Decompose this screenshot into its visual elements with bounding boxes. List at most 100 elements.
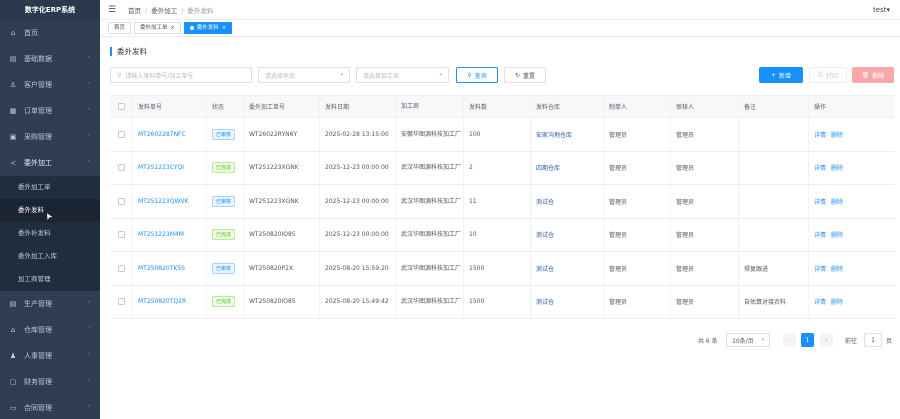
- issue-no-link[interactable]: MT251223CYQI: [138, 164, 184, 171]
- search-button[interactable]: ⚲ 查询: [456, 67, 498, 83]
- row-checkbox[interactable]: [117, 231, 125, 239]
- table-row[interactable]: MT251223M4M 已完成 WT250820IO85 2025-12-23 00:…: [110, 218, 895, 252]
- sidebar-item-label: 财务管理: [24, 378, 52, 386]
- tag-outsourcing-order[interactable]: 委外加工单 ×: [134, 22, 181, 34]
- sidebar-item-database[interactable]: ▤ 基础数据 ˅: [0, 46, 100, 72]
- issue-date: 2025-02-28 13:15:00: [325, 130, 389, 138]
- status-select[interactable]: 请选择状态 ▾: [258, 67, 350, 83]
- delete-link[interactable]: 删除: [831, 297, 843, 306]
- auditor-name: 管理员: [676, 165, 695, 173]
- page-number-1[interactable]: 1: [801, 333, 814, 347]
- detail-link[interactable]: 详情: [814, 230, 826, 239]
- sidebar-item-purchase[interactable]: ▣ 采购管理 ˅: [0, 124, 100, 150]
- sidebar-item-label: 客户管理: [24, 81, 52, 89]
- col-vendor: 加工商: [396, 96, 464, 117]
- detail-link[interactable]: 详情: [814, 197, 826, 206]
- row-checkbox[interactable]: [117, 164, 125, 172]
- sidebar-item-warehouse[interactable]: ⌂ 仓库管理 ˅: [0, 317, 100, 343]
- issue-qty: 10: [469, 231, 477, 239]
- sidebar-item-order[interactable]: ▦ 订单管理 ˅: [0, 98, 100, 124]
- row-checkbox[interactable]: [117, 130, 125, 138]
- auditor-name: 管理员: [676, 131, 695, 139]
- reset-button[interactable]: ↻ 重置: [504, 67, 546, 83]
- sidebar-item-share[interactable]: ≺ 委外加工 ˄: [0, 150, 100, 176]
- col-creator: 制单人: [604, 96, 671, 117]
- delete-link[interactable]: 删除: [831, 163, 843, 172]
- sidebar-item-finance[interactable]: ▢ 财务管理 ˅: [0, 369, 100, 395]
- table-row[interactable]: MT250820TQ2R 已完成 WT250820IO85 2025-08-20 15…: [110, 285, 895, 319]
- issue-no-link[interactable]: MT2602287NFC: [138, 131, 186, 138]
- sidebar-item-people[interactable]: ♟ 人事管理 ˅: [0, 343, 100, 369]
- warehouse-name: 测试仓: [536, 265, 555, 273]
- goto-page-input[interactable]: 1: [864, 333, 882, 347]
- tag-home[interactable]: 首页: [108, 22, 132, 34]
- sidebar-item-label: 人事管理: [24, 352, 52, 360]
- sidebar-subitem-4[interactable]: 加工商管理: [0, 268, 100, 291]
- search-input[interactable]: ⚲ 请输入发料单号/加工单号: [110, 67, 252, 83]
- delete-link[interactable]: 删除: [831, 197, 843, 206]
- breadcrumb: 首页 / 委外加工 / 委外发料: [128, 6, 214, 15]
- row-actions: 详情 删除: [809, 219, 895, 252]
- sidebar-item-label: 仓库管理: [24, 326, 52, 334]
- select-all-checkbox[interactable]: [117, 103, 125, 110]
- chevron-up-icon: ˄: [87, 159, 90, 167]
- user-menu[interactable]: test▾: [873, 6, 890, 14]
- warehouse-name: 四期仓库: [536, 165, 561, 173]
- sidebar-item-user[interactable]: ♙ 客户管理 ˅: [0, 72, 100, 98]
- detail-link[interactable]: 详情: [814, 163, 826, 172]
- issue-no-link[interactable]: MT250820TK5S: [138, 265, 185, 272]
- breadcrumb-home[interactable]: 首页: [128, 7, 141, 15]
- delete-button[interactable]: 🗑 删除: [852, 67, 894, 83]
- detail-link[interactable]: 详情: [814, 130, 826, 139]
- sidebar-item-home[interactable]: ⌂ 首页: [0, 20, 100, 46]
- table-row[interactable]: MT250820TK5S 已审核 WT250820P2X 2025-08-20 15:…: [110, 252, 895, 286]
- issue-date: 2025-08-20 15:59:20: [325, 264, 389, 272]
- order-icon: ▦: [9, 107, 17, 115]
- sidebar-subitem-3[interactable]: 委外加工入库: [0, 245, 100, 268]
- issue-no-link[interactable]: MT250820TQ2R: [138, 298, 186, 305]
- close-icon[interactable]: ×: [171, 23, 175, 33]
- table-row[interactable]: MT251223QWVK 已审核 WT251223XGNK 2025-12-23 00…: [110, 185, 895, 219]
- order-no: WT251223XGNK: [249, 164, 299, 172]
- sidebar-item-label: 合同管理: [24, 404, 52, 412]
- creator-name: 管理员: [609, 299, 628, 307]
- sidebar-item-label: 订单管理: [24, 107, 52, 115]
- page-size-select[interactable]: 10条/页 ▾: [726, 333, 770, 347]
- col-actions: 操作: [814, 104, 827, 111]
- issue-no-link[interactable]: MT251223QWVK: [138, 198, 188, 205]
- order-no: WT250820P2X: [249, 264, 294, 272]
- add-button[interactable]: + 新增: [759, 67, 803, 83]
- table-row[interactable]: MT251223CYQI 已完成 WT251223XGNK 2025-12-23 00…: [110, 151, 895, 185]
- chevron-down-icon: ˅: [87, 352, 90, 360]
- chevron-down-icon: ˅: [87, 326, 90, 334]
- col-auditor: 审核人: [671, 96, 739, 117]
- row-checkbox[interactable]: [117, 264, 125, 272]
- auditor-name: 管理员: [676, 265, 695, 273]
- breadcrumb-outsourcing[interactable]: 委外加工: [151, 7, 177, 15]
- issue-no-link[interactable]: MT251223M4M: [138, 231, 184, 238]
- row-actions: 详情 删除: [809, 286, 895, 319]
- processor-select[interactable]: 请选择加工商 ▾: [356, 67, 449, 83]
- order-no: WT250820IO85: [249, 231, 296, 239]
- prev-page-button[interactable]: ‹: [783, 333, 796, 347]
- sidebar-subitem-1[interactable]: 委外发料 ➤: [0, 199, 100, 222]
- sidebar-subitem-2[interactable]: 委外补发料: [0, 222, 100, 245]
- delete-link[interactable]: 删除: [831, 230, 843, 239]
- close-icon[interactable]: ×: [222, 23, 226, 33]
- chevron-down-icon: ▾: [439, 72, 442, 78]
- delete-link[interactable]: 删除: [831, 130, 843, 139]
- delete-link[interactable]: 删除: [831, 264, 843, 273]
- row-checkbox[interactable]: [117, 298, 125, 306]
- detail-link[interactable]: 详情: [814, 264, 826, 273]
- row-checkbox[interactable]: [117, 197, 125, 205]
- hamburger-icon[interactable]: ☰: [108, 5, 118, 15]
- next-page-button[interactable]: ›: [820, 333, 833, 347]
- sidebar-subitem-0[interactable]: 委外加工单: [0, 176, 100, 199]
- table-row[interactable]: MT2602287NFC 已审核 WT26022RYN6Y 2025-02-28 13…: [110, 118, 895, 152]
- chevron-down-icon: ˅: [87, 133, 90, 141]
- sidebar-item-production[interactable]: ▤ 生产管理 ˅: [0, 291, 100, 317]
- detail-link[interactable]: 详情: [814, 297, 826, 306]
- print-button[interactable]: ⎙ 打印: [809, 67, 847, 83]
- tag-outsourcing-issue[interactable]: 委外发料 ×: [183, 22, 232, 34]
- sidebar-item-contract[interactable]: ▭ 合同管理 ˅: [0, 395, 100, 419]
